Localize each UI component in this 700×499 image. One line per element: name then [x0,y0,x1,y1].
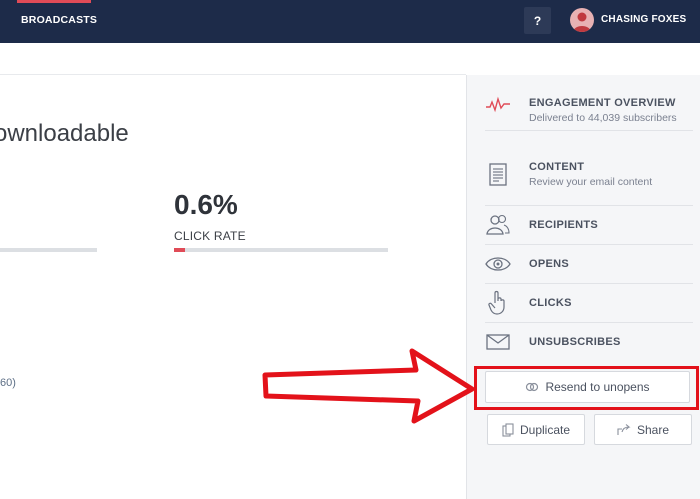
activity-chart-icon [486,96,510,113]
annotation-arrow-icon [262,348,475,424]
sidebar-item-content[interactable]: CONTENT Review your email content [467,131,700,206]
report-sidebar: ENGAGEMENT OVERVIEW Delivered to 44,039 … [466,75,700,499]
sidebar-item-subtitle: Review your email content [529,176,653,188]
eye-icon [485,257,511,271]
sidebar-item-clicks[interactable]: CLICKS [467,284,700,323]
duplicate-button[interactable]: Duplicate [487,414,585,445]
link-count-text[interactable]: 60) [0,377,16,389]
share-button[interactable]: Share [594,414,692,445]
broadcast-title: ownloadable [0,120,129,147]
sidebar-item-recipients[interactable]: RECIPIENTS [467,206,700,245]
top-navigation-bar: BROADCASTS ? CHASING FOXES [0,0,700,43]
sidebar-item-title: ENGAGEMENT OVERVIEW [529,97,676,109]
sidebar-item-title: RECIPIENTS [529,219,599,231]
sidebar-item-title: CONTENT [529,161,585,173]
duplicate-label: Duplicate [519,422,571,437]
active-nav-indicator [17,0,91,3]
envelope-icon [486,334,510,350]
sidebar-item-title: OPENS [529,258,570,270]
section-divider [0,74,466,75]
avatar[interactable] [570,8,594,32]
sidebar-item-unsubscribes[interactable]: UNSUBSCRIBES [467,323,700,362]
copy-icon [502,422,514,437]
users-icon [486,214,510,235]
sidebar-item-engagement-overview[interactable]: ENGAGEMENT OVERVIEW Delivered to 44,039 … [467,75,700,131]
hand-pointer-icon [488,290,505,315]
click-rate-bar-fill [174,248,185,252]
sidebar-item-subtitle: Delivered to 44,039 subscribers [529,112,677,124]
document-icon [489,163,507,186]
help-button[interactable]: ? [524,7,551,34]
nav-broadcasts-link[interactable]: BROADCASTS [21,14,97,26]
share-label: Share [636,422,670,437]
sidebar-item-title: UNSUBSCRIBES [529,336,621,348]
share-arrow-icon [617,423,631,435]
annotation-highlight-box [474,366,699,410]
click-rate-value: 0.6% [174,189,238,220]
sidebar-item-opens[interactable]: OPENS [467,245,700,284]
open-rate-bar [0,248,97,252]
click-rate-bar [174,248,388,252]
sidebar-item-title: CLICKS [529,297,572,309]
click-rate-label: CLICK RATE [174,229,246,243]
account-name[interactable]: CHASING FOXES [601,14,686,25]
broadcast-report-panel: ownloadable 0.6% CLICK RATE 60) [0,43,466,499]
user-silhouette-icon [573,12,591,32]
